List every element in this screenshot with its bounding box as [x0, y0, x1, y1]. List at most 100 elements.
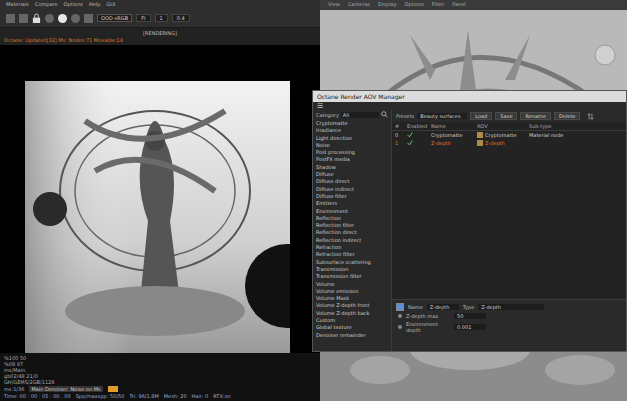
check-icon — [407, 140, 413, 146]
status-area: %100 50%08 97ms/Maingb02/48 21/0GH/GEMS/… — [0, 353, 320, 401]
circle-icon[interactable] — [45, 14, 54, 23]
menu-item[interactable]: Cameras — [348, 1, 370, 9]
category-item[interactable]: Volume — [316, 281, 388, 288]
status-item: RTX:on — [213, 393, 231, 399]
preset-button[interactable]: Load — [470, 112, 492, 120]
toolbar-field[interactable]: 1 — [155, 14, 168, 22]
menu-item[interactable]: View — [328, 1, 340, 9]
presets-dropdown[interactable]: Beauty surfaces — [417, 113, 467, 119]
category-item[interactable]: Denoiser remainder — [316, 332, 388, 339]
param-field[interactable]: 50 — [454, 313, 486, 319]
menu-item[interactable]: Filter — [432, 1, 444, 9]
status-line: gb02/48 21/0 — [4, 373, 316, 379]
category-item[interactable]: Noise — [316, 142, 388, 149]
column-header[interactable]: Sub-type — [529, 123, 626, 129]
row-index: 0 — [392, 132, 407, 138]
category-item[interactable]: Reflection filter — [316, 222, 388, 229]
save-icon[interactable] — [19, 14, 28, 23]
category-item[interactable]: Shadow — [316, 164, 388, 171]
status-line: GH/GEMS/2GB/1128 — [4, 379, 316, 385]
toolbar-field[interactable]: 0.4 — [172, 14, 190, 22]
preset-button[interactable]: Delete — [554, 112, 580, 120]
table-row[interactable]: 0 Cryptomatte Cryptomatte Material node — [392, 131, 626, 139]
render-info-bar: [RENDERING] Octane: Updated[32] Ms: Node… — [0, 28, 320, 45]
render-toolbar: OOO-sRGB FI 1 0.4 — [0, 9, 320, 28]
category-item[interactable]: Transmission filter — [316, 273, 388, 280]
preset-button[interactable]: Rename — [520, 112, 551, 120]
enabled-check[interactable] — [407, 132, 431, 139]
circle-icon[interactable] — [71, 14, 80, 23]
category-item[interactable]: Custom — [316, 317, 388, 324]
menu-item[interactable]: GUI — [106, 1, 115, 8]
lock-icon[interactable] — [32, 13, 41, 24]
row-aov: Z-depth — [477, 140, 529, 146]
category-item[interactable]: Diffuse direct — [316, 178, 388, 185]
menu-icon[interactable]: ☰ — [317, 102, 323, 110]
category-item[interactable]: Reflection — [316, 215, 388, 222]
category-item[interactable]: Cryptomatte — [316, 120, 388, 127]
menu-item[interactable]: Options — [64, 1, 83, 8]
enable-checkbox[interactable] — [396, 303, 404, 311]
region-icon[interactable] — [84, 14, 93, 23]
enabled-check[interactable] — [407, 140, 431, 147]
category-item[interactable]: Refraction — [316, 244, 388, 251]
color-space-dropdown[interactable]: OOO-sRGB — [97, 14, 132, 22]
category-item[interactable]: Diffuse indirect — [316, 186, 388, 193]
sort-icon[interactable] — [587, 113, 594, 120]
aov-panel: Presets Beauty surfaces LoadSaveRenameDe… — [392, 110, 626, 351]
param-row: Environment depth 0.001 — [396, 321, 622, 333]
preset-button[interactable]: Save — [495, 112, 517, 120]
category-item[interactable]: Post processing — [316, 149, 388, 156]
search-icon[interactable] — [381, 111, 388, 118]
table-row[interactable]: 1 Z-depth Z-depth — [392, 139, 626, 147]
menu-item[interactable]: Options — [405, 1, 424, 9]
category-item[interactable]: Volume emission — [316, 288, 388, 295]
viewport-menu-bar: View Cameras Display Options Filter Panel — [320, 0, 627, 10]
category-item[interactable]: Volume Z-depth front — [316, 302, 388, 309]
menu-item[interactable]: Compare — [35, 1, 58, 8]
category-item[interactable]: Reflection indirect — [316, 237, 388, 244]
menu-item[interactable]: Help — [89, 1, 100, 8]
column-header[interactable]: Enabled — [407, 123, 431, 129]
sphere-icon[interactable] — [58, 14, 67, 23]
desktop: Materials Compare Options Help GUI OOO-sRGB … — [0, 0, 627, 401]
param-field[interactable]: 0.001 — [454, 324, 486, 330]
aov-node-icon — [477, 140, 483, 146]
category-item[interactable]: Volume Z-depth back — [316, 310, 388, 317]
check-icon — [407, 132, 413, 138]
presets-row: Presets Beauty surfaces LoadSaveRenameDe… — [392, 110, 626, 122]
type-dropdown[interactable]: Z-depth — [478, 304, 544, 310]
category-item[interactable]: Reflection direct — [316, 229, 388, 236]
category-dropdown[interactable]: All — [341, 112, 379, 118]
aov-node-icon — [477, 132, 483, 138]
category-item[interactable]: Diffuse filter — [316, 193, 388, 200]
category-item[interactable]: Refraction filter — [316, 251, 388, 258]
param-dot-icon — [398, 314, 402, 318]
row-subtype: Material node — [529, 132, 626, 138]
dialog-title-bar[interactable]: Octane Render AOV Manager — [313, 91, 626, 102]
category-item[interactable]: Subsurface scattering — [316, 259, 388, 266]
param-label: Z-depth max — [406, 313, 450, 319]
category-item[interactable]: PostFX media — [316, 156, 388, 163]
properties-panel: Name Z-depth Type Z-depth Z-depth max 50… — [392, 299, 626, 351]
menu-item[interactable]: Display — [378, 1, 396, 9]
category-item[interactable]: Transmission — [316, 266, 388, 273]
menu-item[interactable]: Materials — [6, 1, 29, 8]
column-header[interactable]: Name — [431, 123, 477, 129]
table-header: #EnabledNameAOVSub-type — [392, 122, 626, 131]
column-header[interactable]: AOV — [477, 123, 529, 129]
category-item[interactable]: Environment — [316, 208, 388, 215]
category-item[interactable]: Light direction — [316, 135, 388, 142]
category-item[interactable]: Volume Mask — [316, 295, 388, 302]
name-field[interactable]: Z-depth — [427, 304, 459, 310]
toolbar-field[interactable]: FI — [136, 14, 150, 22]
menu-item[interactable]: Panel — [452, 1, 466, 9]
category-item[interactable]: Emitters — [316, 200, 388, 207]
stop-icon[interactable] — [6, 14, 15, 23]
category-item[interactable]: Global texture — [316, 324, 388, 331]
category-item[interactable]: Irradiance — [316, 127, 388, 134]
category-item[interactable]: Diffuse — [316, 171, 388, 178]
render-window: Materials Compare Options Help GUI OOO-sRGB … — [0, 0, 320, 401]
category-list: CryptomatteIrradianceLight directionNois… — [313, 119, 391, 351]
column-header[interactable]: # — [392, 123, 407, 129]
